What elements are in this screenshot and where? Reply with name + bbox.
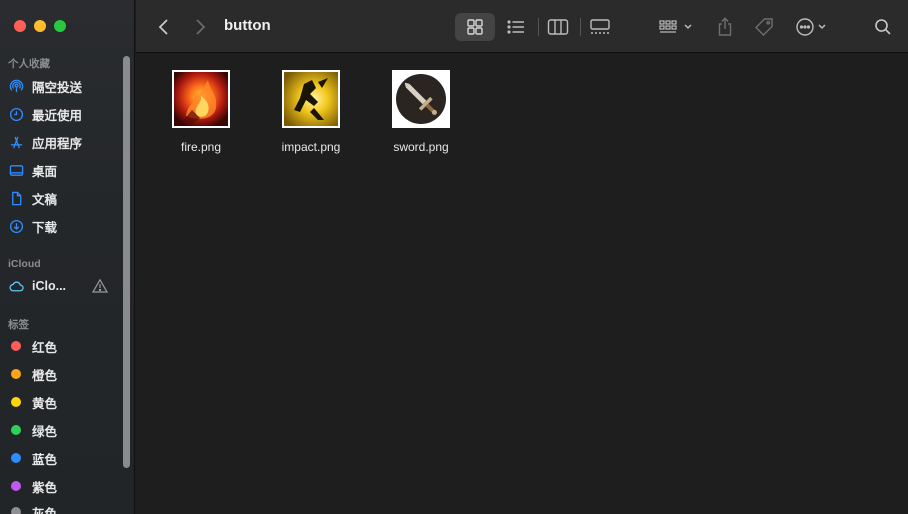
column-view-button[interactable] xyxy=(540,13,576,41)
tags-section-title: 标签 xyxy=(8,319,29,331)
sidebar-item-label: 最近使用 xyxy=(32,108,83,123)
document-icon xyxy=(8,190,24,206)
file-name: fire.png xyxy=(180,140,222,154)
more-icon xyxy=(796,18,826,36)
sidebar-item-label: 红色 xyxy=(32,340,58,355)
minimize-window-button[interactable] xyxy=(34,20,46,32)
red-tag-dot-icon xyxy=(11,341,21,351)
sidebar-item-airdrop[interactable]: 隔空投送 xyxy=(8,74,120,98)
sidebar-tag-yellow[interactable]: 黄色 xyxy=(8,390,120,414)
sidebar-item-desktop[interactable]: 桌面 xyxy=(8,158,120,182)
download-icon xyxy=(8,218,24,234)
blue-tag-dot-icon xyxy=(11,453,21,463)
yellow-tag-dot-icon xyxy=(11,397,21,407)
sidebar-item-label: 蓝色 xyxy=(32,452,58,467)
file-name: impact.png xyxy=(281,140,341,154)
sidebar-item-label: 橙色 xyxy=(32,368,58,383)
sidebar-item-applications[interactable]: 应用程序 xyxy=(8,130,120,154)
fire-thumbnail xyxy=(172,70,230,128)
file-item[interactable]: impact.png xyxy=(261,70,361,154)
sidebar-item-icloud-drive[interactable]: iClo... xyxy=(8,274,109,298)
window-title: button xyxy=(224,17,271,34)
warning-icon[interactable] xyxy=(91,278,109,294)
toolbar-divider xyxy=(538,18,539,36)
sidebar-item-label: 桌面 xyxy=(32,164,58,179)
sidebar: 个人收藏 隔空投送 最近使用 应用程序 桌面 文稿 下载 iCloud iClo… xyxy=(0,0,135,514)
sidebar-item-label: 文稿 xyxy=(32,192,58,207)
file-browser: fire.png impact.png sword.png xyxy=(136,54,908,514)
impact-thumbnail xyxy=(282,70,340,128)
orange-tag-dot-icon xyxy=(11,369,21,379)
sidebar-tag-blue[interactable]: 蓝色 xyxy=(8,446,120,470)
gray-tag-dot-icon xyxy=(11,507,21,514)
green-tag-dot-icon xyxy=(11,425,21,435)
search-icon xyxy=(875,19,891,35)
icon-view-icon xyxy=(467,19,483,35)
sidebar-item-downloads[interactable]: 下载 xyxy=(8,214,120,238)
sidebar-tag-red[interactable]: 红色 xyxy=(8,334,120,358)
icon-view-button[interactable] xyxy=(455,13,495,41)
tag-icon xyxy=(755,18,773,36)
sidebar-item-documents[interactable]: 文稿 xyxy=(8,186,120,210)
sidebar-item-label: 隔空投送 xyxy=(32,80,83,95)
gallery-view-button[interactable] xyxy=(582,13,618,41)
back-button[interactable] xyxy=(154,13,174,41)
sidebar-item-label: 黄色 xyxy=(32,396,58,411)
zoom-window-button[interactable] xyxy=(54,20,66,32)
sidebar-item-label: 灰色 xyxy=(32,506,58,514)
group-button[interactable] xyxy=(656,13,698,41)
favorites-section-title: 个人收藏 xyxy=(8,58,50,70)
airdrop-icon xyxy=(8,78,24,94)
sidebar-tag-green[interactable]: 绿色 xyxy=(8,418,120,442)
window-controls xyxy=(14,20,66,32)
share-icon xyxy=(718,17,732,36)
clock-icon xyxy=(8,106,24,122)
file-name: sword.png xyxy=(393,140,449,154)
sidebar-tag-gray[interactable]: 灰色 xyxy=(8,500,120,514)
sidebar-item-label: iClo... xyxy=(32,279,67,293)
sidebar-item-label: 下载 xyxy=(32,220,58,235)
sidebar-item-label: 绿色 xyxy=(32,424,58,439)
desktop-icon xyxy=(8,162,24,178)
tag-button[interactable] xyxy=(752,13,776,41)
sidebar-item-recents[interactable]: 最近使用 xyxy=(8,102,120,126)
sidebar-item-label: 应用程序 xyxy=(32,136,83,151)
more-actions-button[interactable] xyxy=(794,13,832,41)
sidebar-tag-purple[interactable]: 紫色 xyxy=(8,474,120,498)
forward-icon xyxy=(196,19,206,35)
sidebar-scrollbar[interactable] xyxy=(123,56,130,468)
file-item[interactable]: fire.png xyxy=(151,70,251,154)
forward-button[interactable] xyxy=(190,13,210,41)
sidebar-tag-orange[interactable]: 橙色 xyxy=(8,362,120,386)
cloud-icon xyxy=(8,278,24,294)
share-button[interactable] xyxy=(714,13,736,41)
toolbar: button xyxy=(136,0,908,53)
gallery-view-icon xyxy=(590,19,610,34)
list-view-button[interactable] xyxy=(498,13,534,41)
sword-thumbnail xyxy=(392,70,450,128)
search-button[interactable] xyxy=(872,13,894,41)
toolbar-divider xyxy=(580,18,581,36)
file-item[interactable]: sword.png xyxy=(371,70,471,154)
close-window-button[interactable] xyxy=(14,20,26,32)
sidebar-item-label: 紫色 xyxy=(32,480,58,495)
list-view-icon xyxy=(507,20,524,34)
purple-tag-dot-icon xyxy=(11,481,21,491)
icloud-section-title: iCloud xyxy=(8,258,41,270)
group-icon xyxy=(659,20,692,33)
back-icon xyxy=(158,19,168,35)
applications-icon xyxy=(8,134,24,150)
column-view-icon xyxy=(547,19,569,35)
